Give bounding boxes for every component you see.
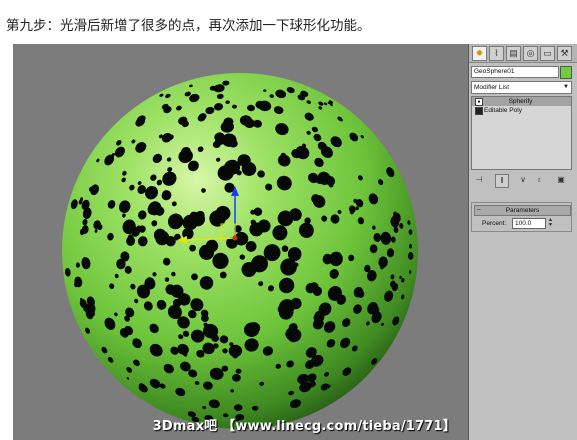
object-color-swatch[interactable] <box>560 66 572 79</box>
chevron-down-icon: ▼ <box>563 84 569 90</box>
3dsmax-screenshot: 3Dmax吧 【www.linecg.com/tieba/1771】 ✹ ⌇ ▤… <box>13 44 577 440</box>
show-end-result-icon[interactable]: ‖ <box>495 174 509 188</box>
viewport-canvas <box>62 73 418 429</box>
percent-label: Percent: <box>482 220 507 227</box>
geosphere-object <box>62 73 418 429</box>
stack-item-spherify[interactable]: ● Spherify <box>472 97 571 106</box>
remove-modifier-icon[interactable]: ♁ <box>533 174 545 186</box>
stack-item-label: Spherify <box>508 98 533 105</box>
watermark-text: 3Dmax吧 【www.linecg.com/tieba/1771】 <box>152 419 456 434</box>
lightbulb-icon[interactable]: ● <box>475 98 483 106</box>
configure-modifier-sets-icon[interactable]: ▣ <box>555 174 567 186</box>
expand-toggle-icon[interactable] <box>475 107 483 115</box>
parameters-rollout-header[interactable]: − Parameters <box>474 205 571 216</box>
stack-item-label: Editable Poly <box>484 107 522 114</box>
collapse-icon: − <box>477 207 481 214</box>
modify-icon[interactable]: ⌇ <box>489 46 504 61</box>
percent-input[interactable]: 100.0 <box>512 218 546 229</box>
create-icon[interactable]: ✹ <box>472 46 487 61</box>
hierarchy-icon[interactable]: ▤ <box>506 46 521 61</box>
pin-stack-icon[interactable]: ⊣ <box>473 174 485 186</box>
utilities-icon[interactable]: ⚒ <box>557 46 572 61</box>
stack-item-editable-poly[interactable]: Editable Poly <box>472 106 571 115</box>
make-unique-icon[interactable]: ∨ <box>517 174 529 186</box>
percent-spinner-icon[interactable]: ▲ ▼ <box>547 218 554 228</box>
modifier-list-label: Modifier List <box>474 84 510 91</box>
perspective-viewport[interactable]: 3Dmax吧 【www.linecg.com/tieba/1771】 <box>13 44 468 440</box>
parameters-rollout: − Parameters Percent: 100.0 ▲ ▼ <box>471 202 572 232</box>
motion-icon[interactable]: ◎ <box>523 46 538 61</box>
stack-toolbar: ⊣ ‖ ∨ ♁ ▣ <box>471 173 570 188</box>
step-caption: 第九步：光滑后新增了很多的点，再次添加一下球形化功能。 <box>6 18 371 34</box>
command-panel: ✹ ⌇ ▤ ◎ ▭ ⚒ GeoSphere01 Modifier List ▼ … <box>468 44 577 440</box>
command-panel-tabs: ✹ ⌇ ▤ ◎ ▭ ⚒ <box>469 44 577 63</box>
display-icon[interactable]: ▭ <box>540 46 555 61</box>
object-name-field[interactable]: GeoSphere01 <box>471 66 559 78</box>
modifier-stack: ● Spherify Editable Poly <box>471 96 572 170</box>
modifier-list-dropdown[interactable]: Modifier List ▼ <box>471 81 572 94</box>
rollout-title: Parameters <box>505 207 540 214</box>
